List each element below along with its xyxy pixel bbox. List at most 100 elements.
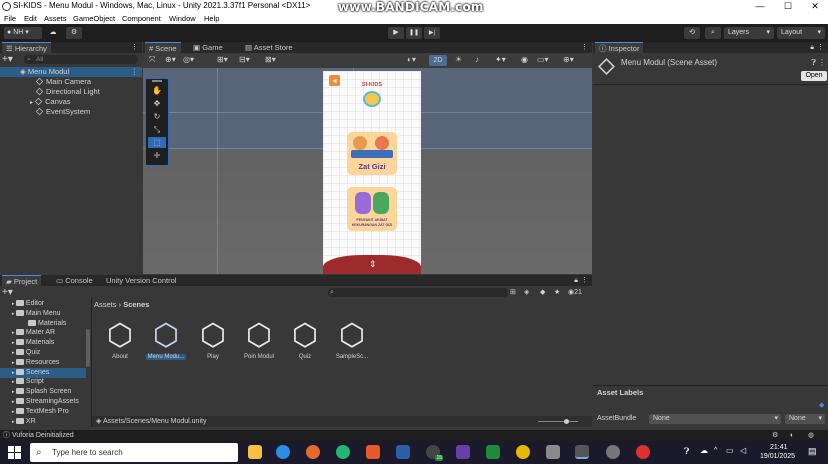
help-icon[interactable]: ❓︎ [684,446,689,457]
move-tool-icon[interactable]: ✥ [148,98,166,109]
rotate-tool-icon[interactable]: ↻ [148,111,166,122]
gizmos-icon[interactable]: ⊕▾ [563,55,574,64]
tab-hierarchy[interactable]: ☰ Hierarchy [2,42,51,53]
tab-asset-store[interactable]: ▤ Asset Store [241,42,297,53]
snap-icon[interactable]: ⊟▾ [239,55,250,64]
weather-icon[interactable]: ☁ [700,446,708,455]
folder-tree-scrollbar[interactable] [86,329,90,367]
create-add-button[interactable]: +▾ [2,55,14,65]
notification-icon[interactable]: ◍ [808,430,814,441]
play-button[interactable]: ▶ [388,27,404,39]
maximize-button[interactable]: ☐ [775,0,801,13]
cloud-icon[interactable]: ☁ [46,27,60,39]
breadcrumb-assets[interactable]: Assets [94,300,117,309]
asset-tile-quiz[interactable]: ⬡ Quiz [285,320,325,361]
asset-tile-samplescene[interactable]: ⬡ SampleSc... [332,320,372,361]
tab-game[interactable]: ▣ Game [189,42,227,53]
move-handle-icon[interactable]: ⤧ [149,55,155,65]
lock-icon[interactable]: 🔒︎ [810,42,814,53]
menu-window[interactable]: Window [169,14,196,23]
step-button[interactable]: ▶| [424,27,440,39]
pivot-icon[interactable]: ⊕▾ [165,55,176,64]
folder-tree-item[interactable]: ▸ Splash Screen [0,387,86,397]
scene-viewport[interactable]: ✋ ✥ ↻ ⤡ ⬚ ✛ ◂ SI-KIDS Zat Gizi PENYAKIT … [143,68,592,274]
drag-handle[interactable] [152,80,162,82]
notification-center-icon[interactable]: ▤ [808,446,817,457]
asset-bundle-variant-dropdown[interactable]: None ▾ [785,414,825,424]
app-icon[interactable] [456,445,470,459]
folder-tree-item[interactable]: ▸ Main Menu [0,309,86,319]
visual-studio-icon[interactable] [396,445,410,459]
account-dropdown[interactable]: ● NH ▾ [4,27,42,39]
label-tag-icon[interactable]: ◆ [819,401,824,409]
tab-inspector[interactable]: ⓘ Inspector [595,42,644,53]
menu-help[interactable]: Help [204,14,219,23]
app-icon[interactable]: 15 [426,445,443,461]
folder-tree-item[interactable]: Materials [0,319,86,329]
create-add-button[interactable]: +▾ [2,288,13,298]
build-icon[interactable]: ⚙ [772,430,778,441]
panel-menu-icon[interactable]: ⋮ [581,275,588,286]
app-icon[interactable] [546,445,560,459]
file-explorer-icon[interactable] [248,445,262,459]
folder-tree-item[interactable]: ▸ Scenes [0,367,86,378]
panel-menu-icon[interactable]: ⋮ [131,42,138,53]
app-icon[interactable] [366,445,380,459]
lock-icon[interactable]: 🔒︎ [574,275,578,286]
folder-tree-item[interactable]: ▸ Quiz [0,348,86,358]
taskbar-date[interactable]: 19/01/2025 [760,453,795,460]
hierarchy-item-main-camera[interactable]: Main Camera [0,77,142,87]
project-search-input[interactable]: ⌕ [328,288,508,297]
draw-mode-icon[interactable]: ◐▾ [407,55,416,64]
network-icon[interactable]: ▭ [726,446,734,455]
asset-tile-about[interactable]: ⬡ About [100,320,140,361]
hierarchy-item-eventsystem[interactable]: EventSystem [0,107,142,117]
chrome-icon[interactable] [516,445,530,459]
folder-tree-item[interactable]: ▸ Script [0,377,86,387]
expand-arrow-icon[interactable]: ▸ [30,100,33,106]
menu-edit[interactable]: Edit [24,14,37,23]
menu-gameobject[interactable]: GameObject [73,14,115,23]
folder-tree-item[interactable]: ▸ StreamingAssets [0,397,86,407]
layout-dropdown[interactable]: Layout ▾ [777,27,825,39]
hierarchy-search-input[interactable]: ⌕ All [24,55,138,64]
breadcrumb-scenes[interactable]: Scenes [123,300,149,309]
inspector-settings-icon[interactable]: ⋮ [818,58,826,67]
folder-tree-item[interactable]: ▸ Mater AR [0,328,86,338]
icon-size-slider-track[interactable] [538,421,578,422]
taskbar-time[interactable]: 21:41 [770,444,788,451]
status-message[interactable]: Vuforia Deinitialized [12,430,74,441]
scale-tool-icon[interactable]: ⤡ [148,124,166,135]
icon-size-slider-thumb[interactable] [564,419,569,424]
menu-assets[interactable]: Assets [44,14,67,23]
menu-component[interactable]: Component [122,14,161,23]
excel-icon[interactable] [486,445,500,459]
volume-icon[interactable]: ◁ [740,446,746,455]
folder-tree-item[interactable]: ▸ Editor [0,299,86,309]
folder-tree-item[interactable]: ▸ Resources [0,358,86,368]
rect-tool-icon[interactable]: ⬚ [148,137,166,148]
progress-icon[interactable]: ◐ [790,430,794,441]
global-icon[interactable]: ◎▾ [183,55,194,64]
folder-tree-item[interactable]: ▸ TextMesh Pro [0,407,86,417]
tray-chevron-icon[interactable]: ^ [714,447,717,454]
layers-dropdown[interactable]: Layers ▾ [724,27,774,39]
panel-menu-icon[interactable]: ⋮ [581,42,588,53]
tab-version-control[interactable]: Unity Version Control [102,275,180,286]
asset-bundle-dropdown[interactable]: None ▾ [649,414,781,424]
grid-snap-icon[interactable]: ⊞▾ [217,55,228,64]
more-icon[interactable]: ⋮ [131,67,139,77]
camera-icon[interactable]: ▭▾ [537,55,549,64]
tab-project[interactable]: ▰ Project [2,275,42,286]
collab-gear-icon[interactable]: ⚙ [66,27,82,39]
folder-tree-item[interactable]: ▸ XR [0,417,86,425]
tab-scene[interactable]: # Scene [145,42,181,53]
edge-browser-icon[interactable] [276,445,290,459]
hierarchy-scene-root[interactable]: ◈ Menu Modul ⋮ [0,67,142,77]
app-icon[interactable] [606,445,620,459]
filter-type-icon[interactable]: ⊞ [510,288,516,296]
close-button[interactable]: ✕ [802,0,828,13]
tab-console[interactable]: ▭ Console [52,275,97,286]
app-icon[interactable] [336,445,350,459]
search-icon[interactable]: ⌕ [705,27,721,39]
